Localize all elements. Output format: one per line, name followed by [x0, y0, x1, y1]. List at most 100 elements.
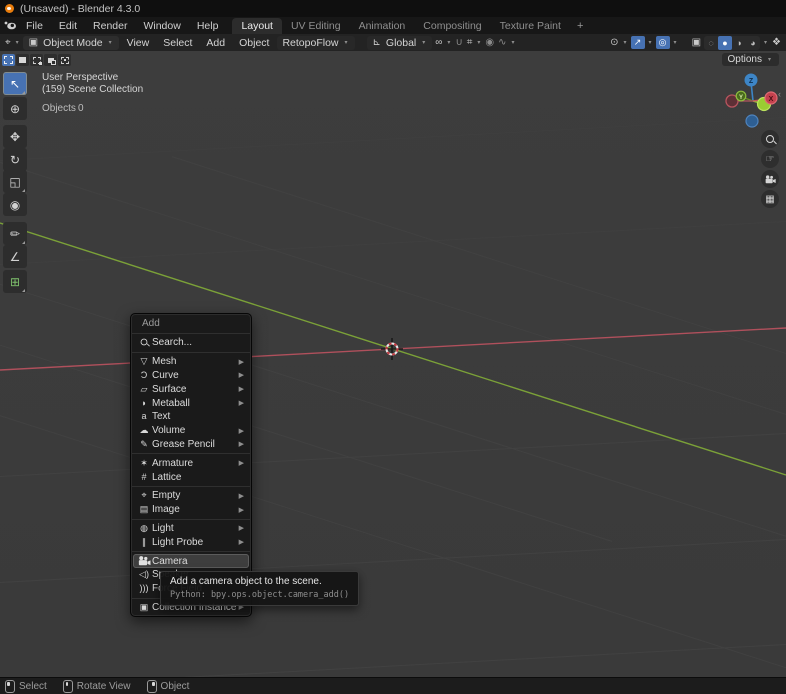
add-cube-icon: ⊞ [9, 274, 21, 289]
volume-icon: ☁ [139, 425, 149, 436]
light-probe-icon: ∥ [141, 536, 147, 547]
light-icon: ◍ [140, 522, 148, 533]
tool-scale[interactable]: ◱ [3, 170, 27, 193]
select-box-icon: ↖ [9, 76, 21, 91]
camera-view-button[interactable] [761, 170, 779, 188]
gizmo-neg-z-axis [745, 114, 759, 128]
options-dropdown[interactable]: Options ▾ [721, 53, 779, 66]
menu-item-camera[interactable]: Camera [133, 554, 249, 568]
toggle-projection-button[interactable]: ▦ [761, 190, 779, 208]
menu-object[interactable]: Object [233, 37, 275, 49]
force-field-icon: ))) [139, 583, 149, 594]
gizmo-caret-icon[interactable]: ▾ [647, 40, 654, 46]
pivot-caret-icon[interactable]: ▾ [445, 40, 452, 46]
viewport-extras-icon[interactable]: ❖ [771, 37, 782, 48]
menu-window[interactable]: Window [135, 20, 188, 32]
tool-measure[interactable]: ∠ [3, 245, 27, 268]
tab-animation[interactable]: Animation [350, 18, 415, 34]
menu-item-grease-pencil[interactable]: ✎ Grease Pencil ▶ [131, 438, 251, 452]
object-mode-icon: ▣ [28, 36, 39, 48]
submenu-arrow-icon: ▶ [238, 525, 244, 533]
orientation-caret-icon: ▾ [422, 39, 426, 46]
rmb-mouse-icon [146, 679, 157, 693]
menu-item-text[interactable]: a Text [131, 410, 251, 424]
pivot-point-icon[interactable]: ∞ [434, 37, 443, 48]
shading-solid-button[interactable]: ● [718, 35, 733, 50]
shading-caret-icon[interactable]: ▾ [762, 40, 769, 46]
menu-render[interactable]: Render [85, 20, 135, 32]
retopoflow-dropdown[interactable]: RetopoFlow ▾ [277, 35, 355, 50]
tool-cursor[interactable]: ⊕ [3, 97, 27, 120]
window-title: (Unsaved) - Blender 4.3.0 [20, 2, 141, 15]
navigation-gizmo[interactable]: Z Y X [722, 68, 782, 130]
select-mode-set[interactable] [2, 54, 15, 66]
menu-item-volume[interactable]: ☁ Volume ▶ [131, 424, 251, 438]
tab-layout[interactable]: Layout [232, 18, 282, 34]
select-mode-invert[interactable] [44, 54, 57, 66]
menu-add[interactable]: Add [200, 37, 231, 49]
menu-item-lattice[interactable]: # Lattice [131, 470, 251, 484]
menu-item-curve[interactable]: Ɔ Curve ▶ [131, 369, 251, 383]
add-workspace-button[interactable]: + [570, 20, 590, 32]
xray-toggle-icon[interactable]: ▣ [691, 37, 702, 48]
pan-view-button[interactable]: ☞ [761, 150, 779, 168]
tool-annotate[interactable]: ✏ [3, 222, 27, 245]
select-mode-intersect[interactable] [58, 54, 71, 66]
3d-viewport[interactable]: ↖ ⊕ ✥ ↻ ◱ ◉ ✏ ∠ ⊞ User Perspective (159) Scene C… [0, 51, 786, 677]
submenu-arrow-icon: ▶ [238, 460, 244, 468]
annotate-icon: ✏ [9, 226, 21, 241]
orientation-dropdown[interactable]: ⊾ Global ▾ [366, 35, 433, 50]
menu-item-empty[interactable]: ⌖ Empty ▶ [131, 489, 251, 503]
proportional-edit-icon[interactable]: ◉ [484, 37, 495, 48]
app-menus: File Edit Render Window Help [18, 20, 226, 32]
status-bar: Select Rotate View Object [0, 677, 786, 694]
tool-move[interactable]: ✥ [3, 125, 27, 148]
overlays-caret-icon[interactable]: ▾ [672, 40, 679, 46]
mode-dropdown[interactable]: ▣ Object Mode ▾ [22, 35, 119, 50]
tool-add-cube[interactable]: ⊞ [3, 270, 27, 293]
select-mode-subtract[interactable] [30, 54, 43, 66]
mode-caret-icon: ▾ [108, 39, 112, 46]
menu-view[interactable]: View [121, 37, 156, 49]
snap-caret-icon[interactable]: ▾ [475, 40, 482, 46]
menu-item-armature[interactable]: ✶ Armature ▶ [131, 456, 251, 470]
submenu-arrow-icon: ▶ [238, 400, 244, 408]
snap-target-icon[interactable]: ⌗ [466, 37, 474, 48]
shading-rendered-button[interactable]: ◕ [746, 36, 760, 50]
snap-magnet-icon[interactable]: ∪ [454, 37, 463, 48]
retopoflow-label: RetopoFlow [282, 36, 339, 49]
menu-item-mesh[interactable]: ▽ Mesh ▶ [131, 355, 251, 369]
menu-item-light-probe[interactable]: ∥ Light Probe ▶ [131, 535, 251, 549]
falloff-icon[interactable]: ∿ [497, 37, 507, 48]
tab-texture-paint[interactable]: Texture Paint [491, 18, 570, 34]
gizmo-x-label: X [769, 96, 774, 103]
show-overlays-toggle[interactable]: ◎ [655, 36, 670, 49]
menu-item-metaball[interactable]: ◗ Metaball ▶ [131, 396, 251, 410]
submenu-arrow-icon: ▶ [238, 492, 244, 500]
editor-type-icon[interactable]: ⌖ [4, 37, 12, 48]
editor-type-caret-icon[interactable]: ▾ [14, 40, 21, 46]
tab-uv-editing[interactable]: UV Editing [282, 18, 350, 34]
zoom-view-button[interactable] [761, 130, 779, 148]
object-visibility-icon[interactable]: ⊙ [609, 37, 619, 48]
menu-item-image[interactable]: ▤ Image ▶ [131, 503, 251, 517]
tab-compositing[interactable]: Compositing [414, 18, 490, 34]
menu-file[interactable]: File [18, 20, 51, 32]
sidebar-collapse-icon[interactable]: ‹ [778, 89, 781, 99]
select-mode-extend[interactable] [16, 54, 29, 66]
menu-item-search[interactable]: Search... [131, 336, 251, 350]
visibility-caret-icon[interactable]: ▾ [622, 40, 629, 46]
tool-select-box[interactable]: ↖ [3, 72, 27, 95]
shading-wireframe-button[interactable]: ◌ [704, 36, 718, 50]
menu-edit[interactable]: Edit [51, 20, 85, 32]
falloff-caret-icon[interactable]: ▾ [510, 40, 517, 46]
menu-item-surface[interactable]: ▱ Surface ▶ [131, 382, 251, 396]
tool-rotate[interactable]: ↻ [3, 148, 27, 171]
menu-select[interactable]: Select [157, 37, 198, 49]
tool-transform[interactable]: ◉ [3, 193, 27, 216]
show-gizmo-toggle[interactable]: ↗ [630, 36, 645, 49]
shading-material-button[interactable]: ◑ [732, 36, 746, 50]
menu-help[interactable]: Help [189, 20, 227, 32]
menu-item-light[interactable]: ◍ Light ▶ [131, 522, 251, 536]
menu-item-label: Mesh [152, 356, 177, 368]
